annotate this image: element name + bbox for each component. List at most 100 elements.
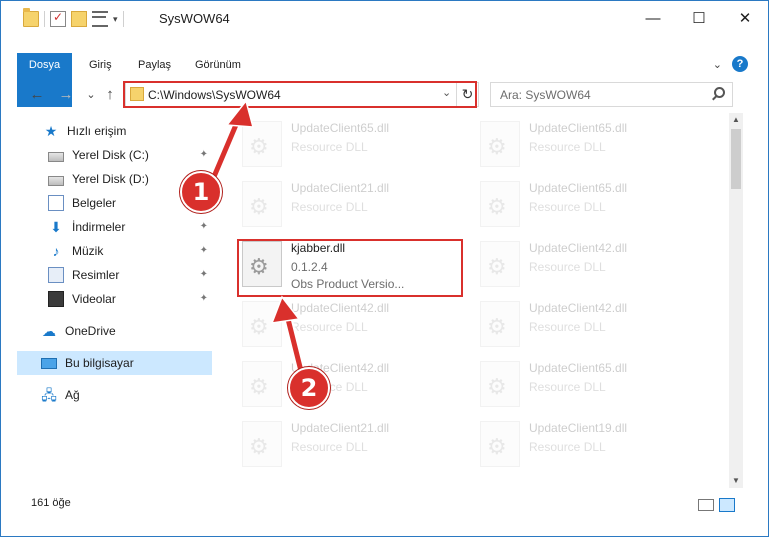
dll-file-icon: [480, 241, 520, 287]
sidebar-item-label: Ağ: [65, 388, 80, 402]
file-item[interactable]: UpdateClient42.dll Resource DLL: [474, 293, 699, 347]
pin-icon[interactable]: ✦: [200, 221, 208, 232]
file-item[interactable]: UpdateClient65.dll Resource DLL: [474, 173, 699, 227]
file-item[interactable]: UpdateClient21.dll Resource DLL: [236, 413, 461, 467]
file-item[interactable]: UpdateClient65.dll Resource DLL: [474, 113, 699, 167]
tab-home[interactable]: Giriş: [81, 53, 120, 77]
sidebar-item-label: Resimler: [72, 268, 120, 282]
sidebar-item-downloads[interactable]: ⬇ İndirmeler ✦: [17, 215, 212, 239]
dll-file-icon: [242, 121, 282, 167]
drive-icon: [48, 151, 64, 162]
file-item[interactable]: UpdateClient65.dll Resource DLL: [236, 113, 461, 167]
dll-file-icon: [242, 181, 282, 227]
sidebar-item-label: Yerel Disk (D:): [72, 172, 149, 186]
customize-view-icon[interactable]: [92, 11, 108, 27]
sidebar-item-label: Bu bilgisayar: [65, 356, 134, 370]
sidebar-item-videos[interactable]: Videolar ✦: [17, 287, 212, 311]
properties-icon[interactable]: [50, 10, 66, 27]
file-description: Resource DLL: [529, 380, 606, 394]
search-icon[interactable]: [714, 87, 725, 98]
vertical-scrollbar[interactable]: ▲ ▼: [729, 113, 743, 488]
recent-locations-button[interactable]: ⌄: [81, 85, 101, 105]
file-name: UpdateClient65.dll: [529, 121, 628, 135]
ribbon-controls: ⌄ ?: [713, 56, 748, 72]
file-item[interactable]: UpdateClient19.dll Resource DLL: [474, 413, 699, 467]
music-icon: ♪: [52, 243, 60, 259]
address-highlight-box: [123, 81, 477, 108]
dll-file-icon: [480, 361, 520, 407]
file-description: Resource DLL: [529, 320, 606, 334]
file-item[interactable]: UpdateClient65.dll Resource DLL: [474, 353, 699, 407]
file-description: Resource DLL: [529, 260, 606, 274]
pin-icon[interactable]: ✦: [200, 245, 208, 256]
file-name: UpdateClient21.dll: [291, 421, 390, 435]
tab-share[interactable]: Paylaş: [130, 53, 179, 77]
dll-file-icon: [480, 301, 520, 347]
file-name: UpdateClient19.dll: [529, 421, 628, 435]
sidebar-item-this-pc[interactable]: Bu bilgisayar: [17, 351, 212, 375]
search-box[interactable]: Ara: SysWOW64: [490, 82, 733, 107]
sidebar-item-pictures[interactable]: Resimler ✦: [17, 263, 212, 287]
forward-button[interactable]: →: [56, 85, 76, 105]
close-button[interactable]: ✕: [722, 1, 768, 35]
sidebar-item-quick-access[interactable]: ★ Hızlı erişim: [17, 119, 212, 143]
file-item[interactable]: UpdateClient42.dll Resource DLL: [236, 353, 461, 407]
this-pc-icon: [41, 357, 57, 369]
sidebar-item-local-disk-c[interactable]: Yerel Disk (C:) ✦: [17, 143, 212, 167]
network-icon: 🖧: [41, 387, 57, 403]
pin-icon[interactable]: ✦: [200, 149, 208, 160]
videos-icon: [48, 291, 64, 307]
file-item[interactable]: UpdateClient42.dll Resource DLL: [474, 233, 699, 287]
quick-access-toolbar: ▾: [23, 8, 124, 28]
file-item[interactable]: UpdateClient21.dll Resource DLL: [236, 173, 461, 227]
sidebar-item-label: Belgeler: [72, 196, 117, 210]
ribbon-tabs: Dosya Giriş Paylaş Görünüm ⌄ ?: [1, 53, 768, 107]
sidebar-item-label: OneDrive: [65, 324, 116, 338]
navigation-pane: ★ Hızlı erişim Yerel Disk (C:) ✦ Yerel D…: [17, 116, 212, 486]
status-item-count: 161 öğe: [31, 497, 71, 509]
dll-file-icon: [480, 181, 520, 227]
sidebar-item-music[interactable]: ♪ Müzik ✦: [17, 239, 212, 263]
up-button[interactable]: ↑: [100, 85, 120, 105]
file-item[interactable]: UpdateClient42.dll Resource DLL: [236, 293, 461, 347]
sidebar-item-onedrive[interactable]: ☁ OneDrive: [17, 319, 212, 343]
sidebar-item-network[interactable]: 🖧 Ağ: [17, 383, 212, 407]
file-highlight-box: [237, 239, 463, 297]
dll-file-icon: [480, 121, 520, 167]
file-description: Resource DLL: [291, 140, 368, 154]
dll-file-icon: [242, 421, 282, 467]
title-bar: ▾ SysWOW64 — ☐ ✕: [1, 1, 768, 35]
file-description: Resource DLL: [529, 140, 606, 154]
sidebar-item-label: Yerel Disk (C:): [72, 148, 149, 162]
step-badge-1: 1: [180, 171, 222, 213]
scroll-thumb[interactable]: [731, 129, 741, 189]
scroll-down-icon[interactable]: ▼: [729, 474, 743, 488]
drive-icon: [48, 175, 64, 186]
back-button[interactable]: ←: [27, 85, 47, 105]
dll-file-icon: [480, 421, 520, 467]
window-controls: — ☐ ✕: [630, 1, 768, 35]
file-name: UpdateClient42.dll: [529, 301, 628, 315]
file-name: UpdateClient42.dll: [529, 241, 628, 255]
minimize-button[interactable]: —: [630, 1, 676, 35]
pin-icon[interactable]: ✦: [200, 269, 208, 280]
search-placeholder[interactable]: Ara: SysWOW64: [500, 88, 591, 102]
large-icons-view-icon[interactable]: [719, 498, 735, 512]
new-folder-icon[interactable]: [71, 11, 87, 27]
file-name: UpdateClient65.dll: [529, 181, 628, 195]
maximize-button[interactable]: ☐: [676, 1, 722, 35]
ribbon-expand-icon[interactable]: ⌄: [713, 58, 722, 71]
help-icon[interactable]: ?: [732, 56, 748, 72]
documents-icon: [48, 195, 64, 211]
tab-view[interactable]: Görünüm: [187, 53, 249, 77]
downloads-icon: ⬇: [50, 219, 62, 235]
sidebar-item-label: Müzik: [72, 244, 104, 258]
qat-dropdown-icon[interactable]: ▾: [113, 14, 118, 25]
toolbar-divider: [44, 11, 45, 27]
file-description: Resource DLL: [291, 440, 368, 454]
scroll-up-icon[interactable]: ▲: [729, 113, 743, 127]
details-view-icon[interactable]: [698, 499, 714, 511]
pin-icon[interactable]: ✦: [200, 293, 208, 304]
file-name: UpdateClient42.dll: [291, 301, 390, 315]
file-name: UpdateClient65.dll: [291, 121, 390, 135]
